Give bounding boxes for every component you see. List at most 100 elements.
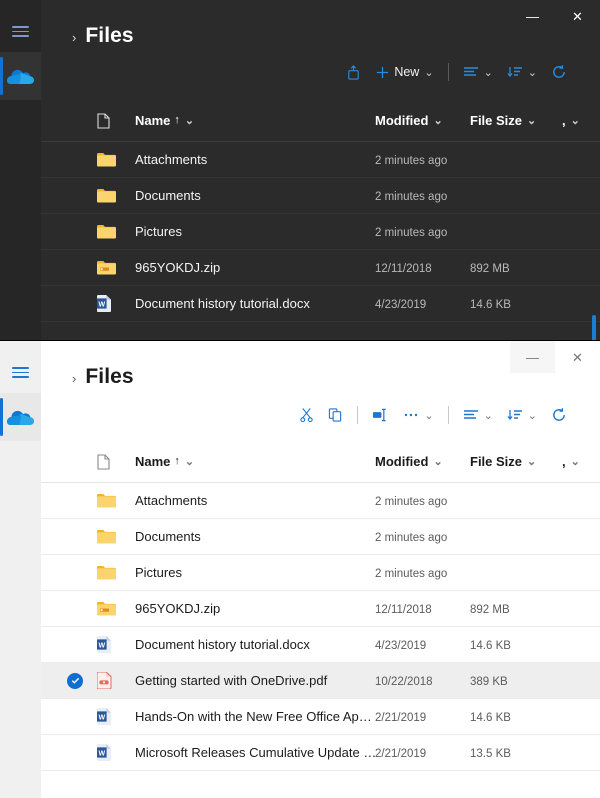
row-modified-date: 12/11/2018 [375,259,470,277]
row-file-name[interactable]: 965YOKDJ.zip [135,259,375,277]
row-checkbox-checked[interactable] [67,673,97,689]
chevron-down-icon: ⌄ [571,114,580,127]
table-row[interactable]: Documents2 minutes ago [41,178,600,214]
row-file-name[interactable]: Pictures [135,223,375,241]
column-file-size[interactable]: File Size ⌄ [470,112,562,130]
onedrive-window-light: — ✕ › Files [0,341,600,798]
copy-button[interactable] [321,400,350,430]
row-file-name[interactable]: Pictures [135,564,375,582]
share-upload-button[interactable] [339,57,368,87]
column-file-icon[interactable] [97,454,135,470]
vertical-scrollbar[interactable] [593,100,598,341]
column-name[interactable]: Name ↑ ⌄ [135,453,375,471]
breadcrumb: › Files [72,365,134,389]
row-file-type-icon [97,529,135,544]
table-row[interactable]: Documents2 minutes ago [41,519,600,555]
view-options-button[interactable]: ⌄ [456,57,500,87]
table-header-row: Name ↑ ⌄ Modified ⌄ File Size ⌄ , [41,441,600,483]
row-file-type-icon [97,224,135,239]
chevron-down-icon: ⌄ [484,66,493,79]
row-file-type-icon [97,601,135,616]
column-modified[interactable]: Modified ⌄ [375,453,470,471]
column-modified[interactable]: Modified ⌄ [375,112,470,130]
row-file-name[interactable]: Microsoft Releases Cumulative Update … [135,744,375,762]
row-file-size: 14.6 KB [470,708,562,726]
table-row[interactable]: 965YOKDJ.zip12/11/2018892 MB [41,250,600,286]
pdf-document-icon [97,672,112,689]
table-row[interactable]: WDocument history tutorial.docx4/23/2019… [41,286,600,322]
column-modified-label: Modified [375,113,428,128]
close-button[interactable]: ✕ [555,0,600,32]
refresh-button[interactable] [544,57,574,87]
hamburger-menu-button[interactable] [0,352,41,393]
row-file-name[interactable]: Attachments [135,151,375,169]
table-row[interactable]: WMicrosoft Releases Cumulative Update …2… [41,735,600,771]
row-file-type-icon [97,260,135,275]
row-modified-date: 2 minutes ago [375,223,470,241]
refresh-button[interactable] [544,400,574,430]
toolbar-light: ⌄ ⌄ ⌄ [292,398,574,432]
row-file-name[interactable]: Getting started with OneDrive.pdf [135,672,375,690]
cut-button[interactable] [292,400,321,430]
row-file-size: 892 MB [470,259,562,277]
hamburger-menu-button[interactable] [0,11,41,52]
more-options-button[interactable]: ⌄ [396,400,440,430]
breadcrumb-chevron-icon[interactable]: › [72,371,76,386]
table-row[interactable]: Attachments2 minutes ago [41,142,600,178]
table-row[interactable]: 965YOKDJ.zip12/11/2018892 MB [41,591,600,627]
minimize-button[interactable]: — [510,341,555,373]
close-button[interactable]: ✕ [555,341,600,373]
column-name[interactable]: Name ↑ ⌄ [135,112,375,130]
column-more[interactable]: , ⌄ [562,453,600,471]
column-name-label: Name [135,454,170,469]
scissors-icon [299,407,314,423]
refresh-icon [551,64,567,80]
page-title: Files [85,24,133,48]
chevron-down-icon: ⌄ [571,455,580,468]
table-row[interactable]: Pictures2 minutes ago [41,214,600,250]
row-file-name[interactable]: Documents [135,528,375,546]
row-file-name[interactable]: Document history tutorial.docx [135,295,375,313]
svg-text:W: W [98,301,105,308]
column-more-label: , [562,454,566,469]
word-document-icon: W [97,636,112,653]
row-file-name[interactable]: Hands-On with the New Free Office Ap… [135,708,375,726]
sidebar-item-onedrive[interactable] [0,393,41,441]
rename-button[interactable] [365,400,396,430]
table-row[interactable]: Getting started with OneDrive.pdf10/22/2… [41,663,600,699]
scrollbar-thumb[interactable] [592,315,596,341]
row-modified-date: 2 minutes ago [375,187,470,205]
minimize-button[interactable]: — [510,0,555,32]
column-file-size[interactable]: File Size ⌄ [470,453,562,471]
word-document-icon: W [97,295,112,312]
row-file-name[interactable]: Attachments [135,492,375,510]
breadcrumb-chevron-icon[interactable]: › [72,30,76,45]
word-document-icon: W [97,744,112,761]
column-name-label: Name [135,113,170,128]
table-row[interactable]: WDocument history tutorial.docx4/23/2019… [41,627,600,663]
new-button[interactable]: New ⌄ [368,57,440,87]
toolbar-separator [448,63,449,81]
sort-button[interactable]: ⌄ [500,400,544,430]
sort-ascending-icon: ↑ [174,455,180,467]
table-row[interactable]: WHands-On with the New Free Office Ap…2/… [41,699,600,735]
row-file-type-icon [97,493,135,508]
row-file-type-icon: W [97,295,135,312]
view-options-button[interactable]: ⌄ [456,400,500,430]
sort-icon [507,408,523,422]
sort-button[interactable]: ⌄ [500,57,544,87]
ellipsis-icon [403,408,419,422]
row-file-name[interactable]: Document history tutorial.docx [135,636,375,654]
row-file-name[interactable]: 965YOKDJ.zip [135,600,375,618]
row-modified-date: 2 minutes ago [375,528,470,546]
column-more-label: , [562,113,566,128]
sidebar-item-onedrive[interactable] [0,52,41,100]
row-file-size: 13.5 KB [470,744,562,762]
table-row[interactable]: Pictures2 minutes ago [41,555,600,591]
table-row[interactable]: Attachments2 minutes ago [41,483,600,519]
list-view-icon [463,65,479,79]
row-modified-date: 2 minutes ago [375,564,470,582]
column-file-icon[interactable] [97,113,135,129]
sort-ascending-icon: ↑ [174,114,180,126]
row-file-name[interactable]: Documents [135,187,375,205]
